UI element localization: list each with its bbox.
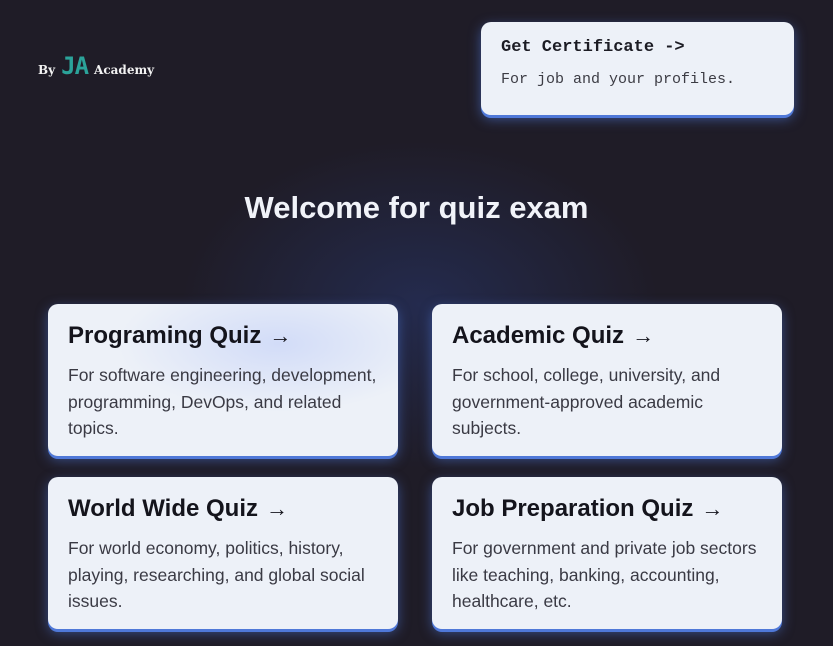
- quiz-title-text: World Wide Quiz: [68, 495, 258, 522]
- quiz-description: For world economy, politics, history, pl…: [68, 538, 365, 611]
- quiz-description: For government and private job sectors l…: [452, 538, 757, 611]
- arrow-right-icon: →: [632, 323, 655, 348]
- arrow-right-icon: →: [701, 496, 724, 521]
- quiz-title: Programing Quiz →: [68, 322, 378, 350]
- quiz-description: For software engineering, development, p…: [68, 365, 377, 438]
- brand-prefix: By: [38, 63, 56, 77]
- quiz-card-academic[interactable]: Academic Quiz → For school, college, uni…: [432, 304, 782, 456]
- arrow-right-icon: →: [269, 323, 292, 348]
- brand-logo: JA: [61, 52, 89, 80]
- quiz-card-job-preparation[interactable]: Job Preparation Quiz → For government an…: [432, 477, 782, 629]
- quiz-title: Job Preparation Quiz →: [452, 495, 762, 523]
- quiz-title: Academic Quiz →: [452, 322, 762, 350]
- quiz-card-programming[interactable]: Programing Quiz → For software engineeri…: [48, 304, 398, 456]
- brand-suffix: Academy: [94, 63, 155, 77]
- get-certificate-card[interactable]: Get Certificate -> For job and your prof…: [481, 22, 794, 115]
- quiz-card-world-wide[interactable]: World Wide Quiz → For world economy, pol…: [48, 477, 398, 629]
- quiz-title: World Wide Quiz →: [68, 495, 378, 523]
- quiz-title-text: Programing Quiz: [68, 322, 262, 349]
- arrow-right-icon: →: [266, 496, 288, 521]
- certificate-title: Get Certificate ->: [501, 38, 685, 57]
- quiz-description: For school, college, university, and gov…: [452, 365, 721, 438]
- certificate-subtitle: For job and your profiles.: [501, 71, 736, 88]
- brand: By JA Academy: [38, 54, 154, 78]
- quiz-title-text: Job Preparation Quiz: [452, 495, 694, 522]
- page-title: Welcome for quiz exam: [244, 190, 589, 225]
- quiz-title-text: Academic Quiz: [452, 322, 625, 349]
